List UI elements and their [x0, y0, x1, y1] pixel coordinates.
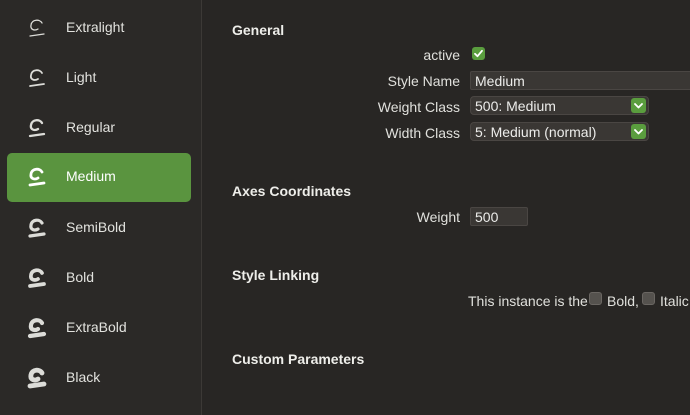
sidebar-item-label: Extralight [66, 19, 125, 35]
width-class-value: 5: Medium (normal) [475, 124, 597, 140]
glyph-preview-icon [27, 367, 47, 389]
chevron-down-icon [631, 98, 646, 113]
glyph-preview-icon [29, 19, 45, 37]
active-checkbox[interactable] [472, 47, 485, 60]
width-class-label: Width Class [385, 125, 460, 141]
weight-axis-field[interactable]: 500 [470, 207, 528, 226]
bold-link-checkbox[interactable] [589, 292, 602, 305]
bold-link-label: Bold, [607, 293, 639, 309]
style-name-label: Style Name [387, 73, 460, 89]
sidebar-item-label: Regular [66, 119, 116, 135]
sidebar-item-medium[interactable]: Medium [7, 153, 191, 202]
sidebar-item-label: ExtraBold [66, 319, 127, 335]
section-title-axes: Axes Coordinates [232, 183, 352, 199]
sidebar-item-black[interactable]: Black [7, 354, 191, 403]
section-title-style-linking: Style Linking [232, 267, 320, 283]
width-class-select[interactable]: 5: Medium (normal) [470, 122, 649, 141]
sidebar-item-bold[interactable]: Bold [7, 254, 191, 303]
active-label: active [423, 47, 460, 63]
instance-info-panel: General active Style Name Medium Weight … [203, 0, 690, 415]
weight-axis-label: Weight [416, 209, 460, 225]
sidebar-item-label: Bold [66, 269, 95, 285]
sidebar-item-extralight[interactable]: Extralight [7, 4, 191, 53]
glyph-preview-icon [29, 69, 45, 87]
italic-link-checkbox[interactable] [642, 292, 655, 305]
weight-class-label: Weight Class [377, 99, 460, 115]
weight-class-select[interactable]: 500: Medium [470, 96, 649, 115]
glyph-preview-icon [28, 167, 46, 187]
style-linking-text: This instance is the [468, 293, 588, 309]
sidebar-item-label: Medium [66, 168, 116, 184]
sidebar-item-label: Light [66, 69, 97, 85]
glyph-preview-icon [28, 218, 46, 238]
sidebar-item-label: SemiBold [66, 219, 126, 235]
weight-class-value: 500: Medium [475, 98, 556, 114]
checkmark-icon [474, 49, 483, 58]
glyph-preview-icon [28, 268, 46, 288]
sidebar-item-semibold[interactable]: SemiBold [7, 204, 191, 253]
section-title-general: General [232, 22, 285, 38]
italic-link-label: Italic [660, 293, 689, 309]
sidebar-item-regular[interactable]: Regular [7, 104, 191, 153]
style-name-field[interactable]: Medium [470, 71, 690, 90]
sidebar-item-light[interactable]: Light [7, 54, 191, 103]
sidebar-item-extrabold[interactable]: ExtraBold [7, 304, 191, 353]
instance-sidebar: Extralight Light Regular Medium SemiBold… [0, 0, 202, 415]
chevron-down-icon [631, 124, 646, 139]
glyph-preview-icon [28, 119, 46, 138]
glyph-preview-icon [27, 318, 47, 339]
section-title-custom-parameters: Custom Parameters [232, 351, 365, 367]
sidebar-item-label: Black [66, 369, 101, 385]
